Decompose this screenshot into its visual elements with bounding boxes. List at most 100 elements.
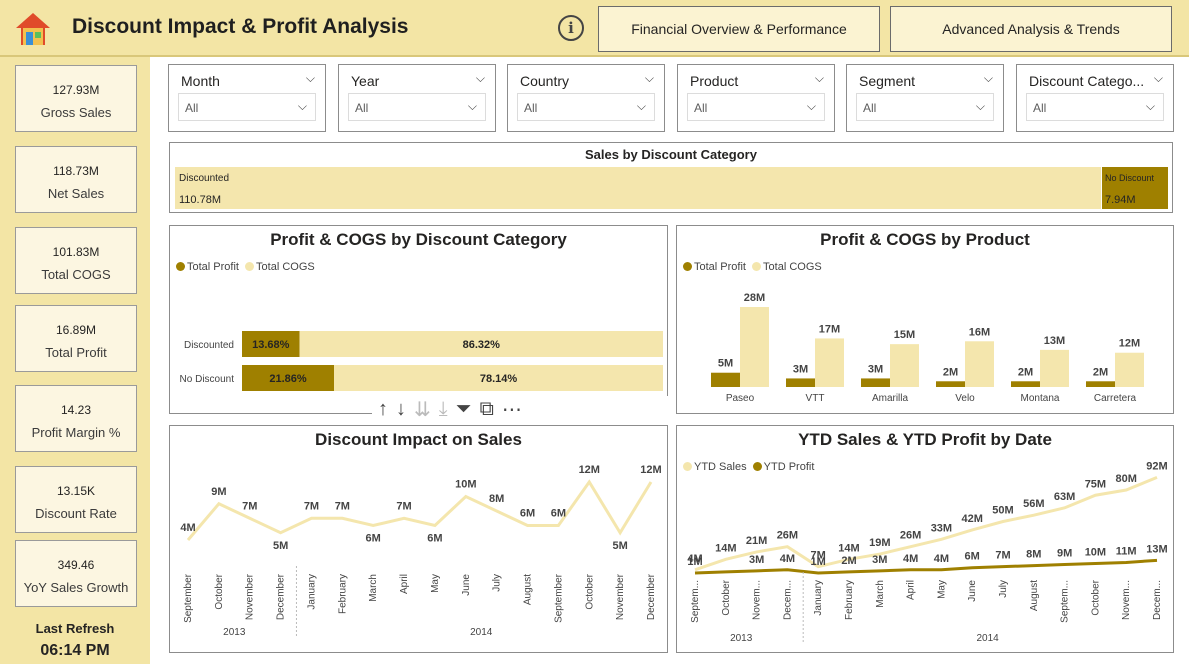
slicer-product[interactable]: Product ⌵ All ⌵ <box>677 64 835 132</box>
sales-data-label: 50M <box>992 505 1013 517</box>
slicer-title: Product <box>690 73 739 89</box>
last-refresh-time: 06:14 PM <box>40 642 110 659</box>
nav-financial-overview-button[interactable]: Financial Overview & Performance <box>598 6 880 52</box>
x-tick-label: Septem... <box>1060 580 1071 623</box>
sales-line <box>186 479 653 541</box>
slicer-dropdown[interactable]: All ⌵ <box>517 93 655 121</box>
visual-toolbar: ↑ ↓ ⇊ ⤓ ⏷ ⧉ ⋯ <box>372 396 668 422</box>
data-label: 2M <box>943 366 958 378</box>
filter-icon[interactable]: ⏷ <box>456 398 472 421</box>
data-label: 15M <box>894 329 915 341</box>
x-tick-label: March <box>368 574 379 602</box>
bar-profit <box>786 378 815 387</box>
profit-cogs-by-discount-panel[interactable]: Profit & COGS by Discount Category Total… <box>169 225 668 414</box>
bar-cogs <box>890 344 919 387</box>
sales-by-discount-panel[interactable]: Sales by Discount Category Discounted 11… <box>169 142 1173 213</box>
data-label: 3M <box>793 363 808 375</box>
x-tick-label: December <box>646 573 657 620</box>
data-label: 7M <box>242 500 257 512</box>
bar-profit <box>1011 381 1040 387</box>
category-label: Paseo <box>726 393 755 404</box>
x-tick-label: Novem... <box>752 580 763 620</box>
slicer-title: Segment <box>859 73 916 89</box>
slicer-title: Month <box>181 73 220 89</box>
sales-data-label: 21M <box>746 535 767 547</box>
slicer-country[interactable]: Country ⌵ All ⌵ <box>507 64 665 132</box>
chevron-down-icon[interactable]: ⌵ <box>1154 71 1163 86</box>
data-label: 5M <box>273 540 288 552</box>
slicer-dropdown[interactable]: All ⌵ <box>178 93 316 121</box>
chevron-down-icon[interactable]: ⌵ <box>645 71 654 86</box>
profit-data-label: 6M <box>965 551 980 563</box>
x-tick-label: October <box>584 573 595 609</box>
bar-profit <box>936 381 965 387</box>
slicer-value: All <box>355 101 369 115</box>
nav-advanced-analysis-button[interactable]: Advanced Analysis & Trends <box>890 6 1172 52</box>
x-group-label: 2013 <box>223 627 246 638</box>
profit-data-label: 13M <box>1146 543 1167 555</box>
ytd-sales-profit-svg[interactable]: 4M 14M 21M 26M 7M 14M 19M 26M 33M 42M 50M 56M 63M 75M… <box>677 426 1173 652</box>
x-tick-label: January <box>813 580 824 616</box>
slicer-discount-category[interactable]: Discount Catego... ⌵ All ⌵ <box>1016 64 1174 132</box>
kpi-card-discount-rate: 13.15K Discount Rate <box>15 466 137 533</box>
x-tick-label: July <box>492 574 503 592</box>
profit-cogs-product-svg[interactable]: 5M 28M Paseo 3M 17M VTT 3M 15M Amarilla 2M 16M Velo… <box>677 226 1173 413</box>
chevron-down-icon[interactable]: ⌵ <box>807 99 816 114</box>
ytd-sales-profit-panel[interactable]: YTD Sales & YTD Profit by Date YTD Sales… <box>676 425 1174 653</box>
bar-cogs <box>1040 349 1069 387</box>
data-label: 8M <box>489 493 504 505</box>
chevron-down-icon[interactable]: ⌵ <box>476 71 485 86</box>
x-tick-label: September <box>183 573 194 623</box>
chevron-down-icon[interactable]: ⌵ <box>976 99 985 114</box>
x-tick-label: May <box>430 574 441 593</box>
bar-no-discount[interactable]: No Discount 7.94M <box>1102 167 1168 209</box>
slicer-value: All <box>524 101 538 115</box>
chevron-down-icon[interactable]: ⌵ <box>815 71 824 86</box>
profit-data-label: 3M <box>872 554 887 566</box>
info-icon[interactable]: i <box>558 15 584 41</box>
discount-impact-svg[interactable]: 4M 9M 7M 5M 7M 7M 6M 7M 6M 10M 8M 6M 6M 12M 5M 12M Septe… <box>170 426 667 652</box>
kpi-label: Profit Margin % <box>31 425 121 440</box>
chevron-down-icon[interactable]: ⌵ <box>306 71 315 86</box>
house-icon[interactable] <box>14 11 52 47</box>
category-label: Velo <box>955 393 975 404</box>
bar-discounted[interactable]: Discounted 110.78M <box>175 167 1101 209</box>
chevron-down-icon[interactable]: ⌵ <box>984 71 993 86</box>
profit-cogs-discount-svg[interactable]: Discounted 13.68% 86.32% No Discount 21.86% 7… <box>170 226 667 413</box>
x-tick-label: April <box>906 580 917 600</box>
drill-down-icon[interactable]: ⇊ <box>414 397 431 422</box>
chevron-down-icon[interactable]: ⌵ <box>468 99 477 114</box>
slicer-value: All <box>185 101 199 115</box>
kpi-value: 16.89M <box>55 323 97 337</box>
more-options-icon[interactable]: ⋯ <box>502 397 522 422</box>
chevron-down-icon[interactable]: ⌵ <box>1146 99 1155 114</box>
x-tick-label: February <box>844 580 855 620</box>
chevron-down-icon[interactable]: ⌵ <box>298 99 307 114</box>
profit-data-label: 4M <box>934 553 949 565</box>
sales-data-label: 75M <box>1085 478 1106 490</box>
slicer-segment[interactable]: Segment ⌵ All ⌵ <box>846 64 1004 132</box>
expand-hierarchy-icon[interactable]: ⤓ <box>439 398 448 421</box>
slicer-dropdown[interactable]: All ⌵ <box>687 93 825 121</box>
slicer-month[interactable]: Month ⌵ All ⌵ <box>168 64 326 132</box>
kpi-label: Gross Sales <box>40 105 112 120</box>
data-label: 12M <box>1119 338 1140 350</box>
data-label: 6M <box>520 508 535 520</box>
slicer-dropdown[interactable]: All ⌵ <box>1026 93 1164 121</box>
x-tick-label: July <box>998 580 1009 598</box>
arrow-up-icon[interactable]: ↑ <box>378 398 388 421</box>
slicer-dropdown[interactable]: All ⌵ <box>348 93 486 121</box>
profit-data-label: 9M <box>1057 548 1072 560</box>
slicer-dropdown[interactable]: All ⌵ <box>856 93 994 121</box>
chevron-down-icon[interactable]: ⌵ <box>637 99 646 114</box>
sales-data-label: 92M <box>1146 460 1167 472</box>
slicer-year[interactable]: Year ⌵ All ⌵ <box>338 64 496 132</box>
x-tick-label: January <box>306 574 317 610</box>
arrow-down-icon[interactable]: ↓ <box>396 398 406 421</box>
bar-cogs <box>1115 352 1144 387</box>
focus-mode-icon[interactable]: ⧉ <box>480 398 494 421</box>
profit-cogs-by-product-panel[interactable]: Profit & COGS by Product Total Profit To… <box>676 225 1174 414</box>
kpi-value: 349.46 <box>57 558 95 572</box>
discount-impact-panel[interactable]: Discount Impact on Sales 4M 9M 7M 5M 7M 7M 6M 7… <box>169 425 668 653</box>
slicer-value: All <box>694 101 708 115</box>
